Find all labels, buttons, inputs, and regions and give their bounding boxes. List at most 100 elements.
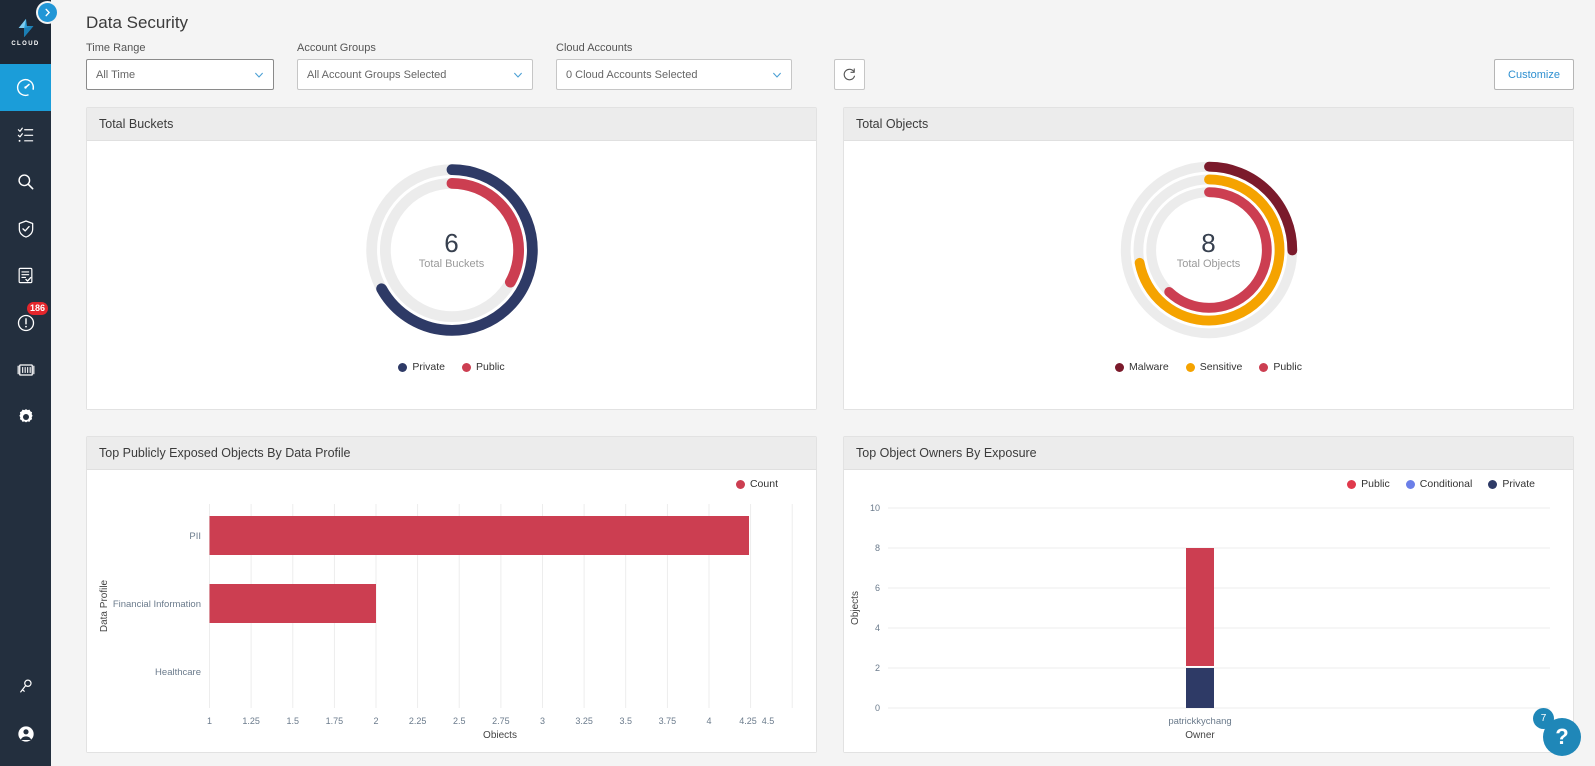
sidebar-item-user-account[interactable] — [0, 710, 51, 757]
total-buckets-donut: 6 Total Buckets — [87, 141, 816, 359]
legend-label-malware: Malware — [1129, 361, 1169, 373]
filter-account-groups: Account Groups All Account Groups Select… — [297, 42, 533, 90]
bar-segment-private — [1186, 668, 1214, 708]
search-icon — [17, 173, 33, 189]
xtick-8: 3 — [540, 716, 545, 726]
panel-title-total-buckets: Total Buckets — [87, 108, 816, 141]
dashboard-grid: Total Buckets 6 Total Buckets Private Pu… — [72, 90, 1574, 753]
legend-dot-private — [398, 362, 408, 372]
stacked-bar-plot: 0 2 4 6 8 10 Objects patrickkychang Owne — [850, 503, 1550, 738]
ytick-3: 6 — [875, 583, 880, 593]
main-content: Data Security Time Range All Time Accoun… — [51, 0, 1595, 766]
cloud-accounts-value: 0 Cloud Accounts Selected — [566, 68, 698, 81]
xtick-0: 1 — [207, 716, 212, 726]
filter-bar: Time Range All Time Account Groups All A… — [72, 42, 1574, 90]
panel-title-total-objects: Total Objects — [844, 108, 1573, 141]
legend-item-private[interactable]: Private — [1488, 478, 1535, 490]
xtick-4: 2 — [373, 716, 378, 726]
top-exposed-legend: Count — [87, 470, 816, 490]
account-groups-select[interactable]: All Account Groups Selected — [297, 59, 533, 90]
legend-label-private: Private — [412, 361, 446, 373]
legend-label-sensitive: Sensitive — [1199, 361, 1243, 373]
sidebar-collapse-toggle[interactable] — [38, 3, 57, 22]
gridlines — [888, 507, 1550, 709]
legend-dot-count — [735, 479, 745, 489]
y-axis-title: Objects — [850, 591, 861, 625]
xtick-5: 2.25 — [409, 716, 427, 726]
ytick-0: 0 — [875, 703, 880, 713]
legend-item-public[interactable]: Public — [1259, 361, 1302, 373]
time-range-select[interactable]: All Time — [86, 59, 274, 90]
help-widget: 7 ? — [1533, 708, 1581, 756]
bar-pii — [209, 516, 749, 555]
cloud-accounts-label: Cloud Accounts — [556, 42, 633, 54]
top-owners-body: Public Conditional Private 0 2 4 6 8 10 … — [844, 470, 1573, 752]
alert-circle-icon — [17, 314, 34, 331]
legend-item-private[interactable]: Private — [398, 361, 445, 373]
xtick-12: 4 — [706, 716, 711, 726]
top-exposed-chart: PII Financial Information Healthcare Dat… — [87, 490, 816, 738]
total-objects-donut: 8 Total Objects — [844, 141, 1573, 359]
panel-top-object-owners: Top Object Owners By Exposure Public Con… — [843, 436, 1574, 753]
gauge-icon — [16, 78, 35, 97]
legend-item-malware[interactable]: Malware — [1115, 361, 1169, 373]
list-checklist-icon — [17, 127, 34, 142]
cat-label-owner: patrickkychang — [1168, 716, 1231, 727]
sidebar-item-settings[interactable] — [0, 393, 51, 440]
legend-item-public[interactable]: Public — [1347, 478, 1390, 490]
chevron-down-icon — [514, 72, 522, 78]
filter-time-range: Time Range All Time — [86, 42, 274, 90]
sidebar-item-reports[interactable] — [0, 252, 51, 299]
logo-text: CLOUD — [11, 41, 40, 47]
legend-label-private: Private — [1502, 478, 1535, 490]
total-buckets-body: 6 Total Buckets Private Public — [87, 141, 816, 409]
refresh-button[interactable] — [834, 59, 865, 90]
x-axis-title: Objects — [483, 730, 517, 738]
xtick-7: 2.75 — [492, 716, 510, 726]
legend-label-conditional: Conditional — [1419, 478, 1473, 490]
legend-label-public: Public — [1273, 361, 1302, 373]
legend-dot-conditional — [1405, 479, 1415, 489]
legend-dot-private — [1488, 479, 1498, 489]
legend-item-public[interactable]: Public — [462, 361, 505, 373]
top-owners-chart: 0 2 4 6 8 10 Objects patrickkychang Owne — [844, 490, 1573, 738]
panel-total-objects: Total Objects 8 Total Objects Malware Se… — [843, 107, 1574, 410]
sidebar-item-dashboard[interactable] — [0, 64, 51, 111]
legend-label-public: Public — [1361, 478, 1390, 490]
xtick-1: 1.25 — [242, 716, 260, 726]
ytick-1: 2 — [875, 663, 880, 673]
xtick-14: 4.5 — [762, 716, 775, 726]
container-icon — [17, 363, 34, 376]
xtick-2: 1.5 — [287, 716, 300, 726]
sidebar-item-investigate[interactable] — [0, 158, 51, 205]
sidebar-item-access-keys[interactable] — [0, 663, 51, 710]
legend-item-sensitive[interactable]: Sensitive — [1185, 361, 1243, 373]
sidebar-item-containers[interactable] — [0, 346, 51, 393]
sidebar-item-compliance[interactable] — [0, 205, 51, 252]
help-button[interactable]: ? — [1543, 718, 1581, 756]
legend-dot-public — [1259, 362, 1269, 372]
legend-item-count[interactable]: Count — [735, 478, 778, 490]
ytick-5: 10 — [870, 503, 880, 513]
panel-total-buckets: Total Buckets 6 Total Buckets Private Pu… — [86, 107, 817, 410]
cloud-accounts-select[interactable]: 0 Cloud Accounts Selected — [556, 59, 792, 90]
panel-title-top-exposed: Top Publicly Exposed Objects By Data Pro… — [87, 437, 816, 470]
total-objects-donut-svg — [1120, 161, 1297, 339]
horizontal-bar-plot: PII Financial Information Healthcare Dat… — [99, 504, 793, 738]
ytick-2: 4 — [875, 623, 880, 633]
top-owners-legend: Public Conditional Private — [844, 470, 1573, 490]
legend-dot-public — [1347, 479, 1357, 489]
sidebar-item-inventory[interactable] — [0, 111, 51, 158]
shield-check-icon — [18, 219, 33, 238]
sidebar-item-alerts[interactable]: 186 — [0, 299, 51, 346]
legend-item-conditional[interactable]: Conditional — [1405, 478, 1473, 490]
cat-label-financial: Financial Information — [113, 599, 201, 610]
alerts-badge: 186 — [27, 302, 49, 315]
panel-title-top-owners: Top Object Owners By Exposure — [844, 437, 1573, 470]
refresh-icon — [843, 68, 856, 81]
gear-icon — [18, 408, 33, 422]
xtick-13: 4.25 — [739, 716, 757, 726]
time-range-value: All Time — [96, 68, 136, 81]
cat-label-pii: PII — [189, 531, 201, 542]
customize-button[interactable]: Customize — [1494, 59, 1574, 90]
